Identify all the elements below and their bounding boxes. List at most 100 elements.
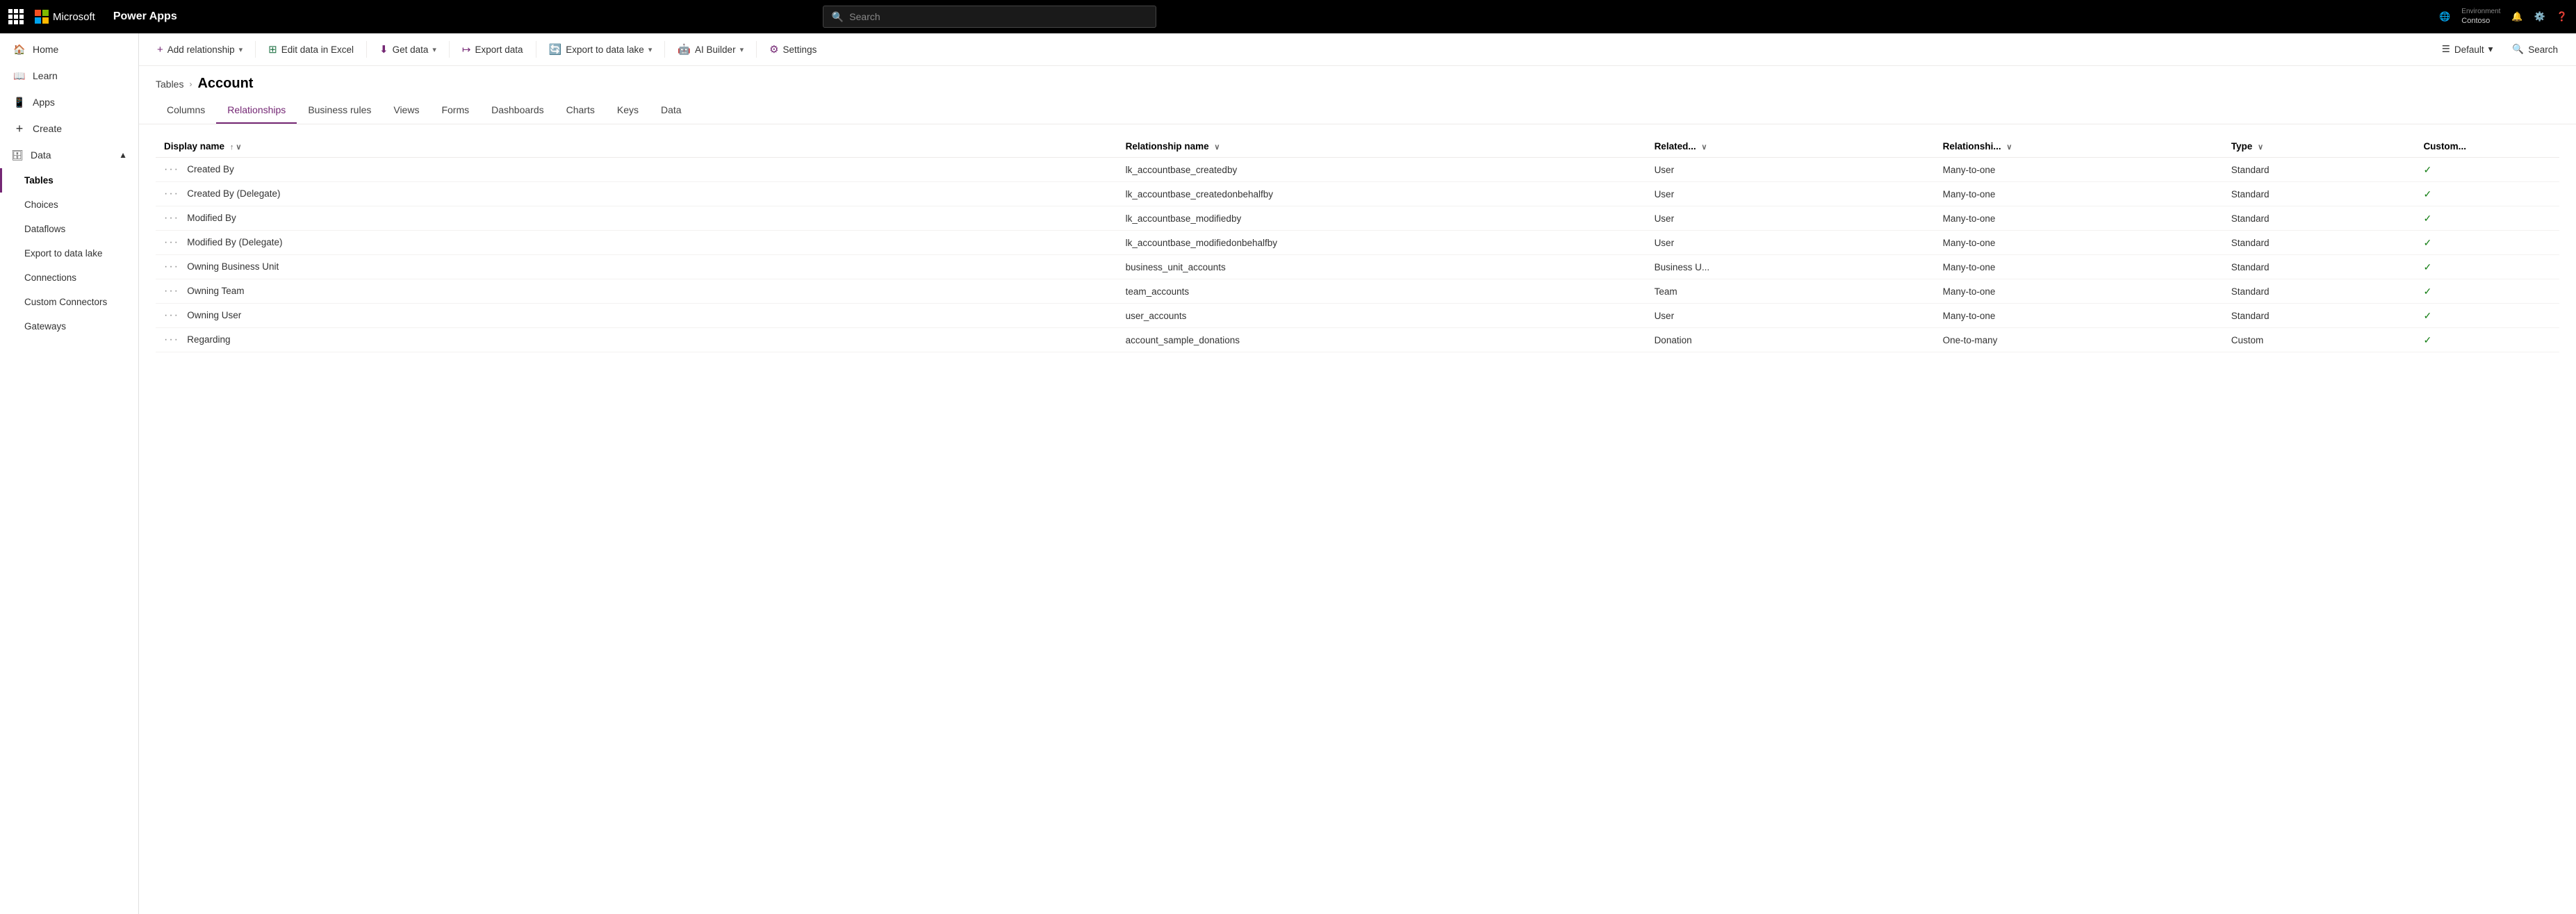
- environment-name: Contoso: [2461, 16, 2500, 26]
- sidebar-item-tables[interactable]: Tables: [0, 168, 138, 193]
- get-data-caret-icon: ▾: [432, 45, 436, 54]
- check-icon: ✓: [2423, 213, 2431, 224]
- row-more-icon[interactable]: ···: [164, 188, 179, 199]
- row-more-icon[interactable]: ···: [164, 236, 179, 248]
- cell-relname: account_sample_donations: [1117, 328, 1646, 352]
- row-more-icon[interactable]: ···: [164, 163, 179, 175]
- bell-icon-button[interactable]: 🔔: [2511, 11, 2522, 22]
- globe-icon-button[interactable]: 🌐: [2439, 11, 2450, 22]
- export-lake-caret-icon: ▾: [648, 45, 653, 54]
- breadcrumb-chevron-icon: ›: [189, 79, 192, 89]
- export-to-lake-button[interactable]: 🔄 Export to data lake ▾: [542, 39, 659, 60]
- tab-business-rules[interactable]: Business rules: [297, 97, 382, 124]
- tab-views[interactable]: Views: [382, 97, 430, 124]
- tab-dashboards[interactable]: Dashboards: [480, 97, 555, 124]
- row-more-icon[interactable]: ···: [164, 334, 179, 345]
- apps-icon: 📱: [13, 96, 26, 108]
- cell-related: Team: [1646, 279, 1935, 304]
- help-icon-button[interactable]: ❓: [2557, 11, 2568, 22]
- cell-custom: ✓: [2415, 328, 2559, 352]
- cell-related: User: [1646, 231, 1935, 255]
- row-more-icon[interactable]: ···: [164, 212, 179, 224]
- cell-type: Standard: [2223, 182, 2415, 206]
- cell-related: Business U...: [1646, 255, 1935, 279]
- tab-forms[interactable]: Forms: [430, 97, 480, 124]
- col-header-custom: Custom...: [2415, 136, 2559, 158]
- sidebar-item-connections[interactable]: Connections: [0, 266, 138, 290]
- cell-reltype: Many-to-one: [1935, 182, 2223, 206]
- tab-relationships[interactable]: Relationships: [216, 97, 297, 124]
- edit-data-excel-label: Edit data in Excel: [281, 44, 354, 55]
- sidebar-item-home[interactable]: 🏠 Home: [0, 36, 138, 63]
- cell-reltype: One-to-many: [1935, 328, 2223, 352]
- row-more-icon[interactable]: ···: [164, 285, 179, 297]
- export-data-button[interactable]: ↦ Export data: [455, 39, 530, 60]
- cell-reltype: Many-to-one: [1935, 206, 2223, 231]
- table-row: ··· Created By lk_accountbase_createdby …: [156, 158, 2559, 182]
- sidebar-label-tables: Tables: [24, 175, 54, 186]
- col-header-displayname[interactable]: Display name ↑ ∨: [156, 136, 1117, 158]
- cell-reltype: Many-to-one: [1935, 279, 2223, 304]
- ai-builder-label: AI Builder: [695, 44, 736, 55]
- sidebar-item-apps[interactable]: 📱 Apps: [0, 89, 138, 115]
- cell-custom: ✓: [2415, 231, 2559, 255]
- sidebar: 🏠 Home 📖 Learn 📱 Apps + Create 🗄 Data ▲ …: [0, 33, 139, 914]
- cell-type: Standard: [2223, 255, 2415, 279]
- add-relationship-label: Add relationship: [167, 44, 235, 55]
- cell-relname: lk_accountbase_modifiedby: [1117, 206, 1646, 231]
- cell-type: Standard: [2223, 158, 2415, 182]
- sidebar-label-gateways: Gateways: [24, 321, 66, 332]
- toolbar-search-button[interactable]: 🔍 Search: [2505, 40, 2565, 59]
- ai-builder-button[interactable]: 🤖 AI Builder ▾: [671, 39, 750, 60]
- sidebar-item-gateways[interactable]: Gateways: [0, 314, 138, 338]
- breadcrumb-parent[interactable]: Tables: [156, 79, 183, 90]
- cell-related: User: [1646, 158, 1935, 182]
- sidebar-label-choices: Choices: [24, 199, 58, 210]
- global-search-input[interactable]: [849, 11, 1147, 22]
- tab-columns[interactable]: Columns: [156, 97, 216, 124]
- sidebar-item-export[interactable]: Export to data lake: [0, 241, 138, 266]
- environment-label: Environment: [2461, 7, 2500, 16]
- cell-type: Custom: [2223, 328, 2415, 352]
- tab-keys[interactable]: Keys: [606, 97, 650, 124]
- sidebar-item-learn[interactable]: 📖 Learn: [0, 63, 138, 89]
- sidebar-label-home: Home: [33, 44, 58, 55]
- cell-related: User: [1646, 182, 1935, 206]
- nav-icons: 🌐 Environment Contoso 🔔 ⚙️ ❓: [2439, 7, 2568, 26]
- col-header-type[interactable]: Type ∨: [2223, 136, 2415, 158]
- default-button[interactable]: ☰ Default ▾: [2435, 40, 2500, 59]
- relationships-table: Display name ↑ ∨ Relationship name ∨ Rel…: [156, 136, 2559, 352]
- settings-button[interactable]: ⚙ Settings: [762, 39, 823, 60]
- cell-relname: lk_accountbase_modifiedonbehalfby: [1117, 231, 1646, 255]
- tab-charts[interactable]: Charts: [555, 97, 606, 124]
- cell-reltype: Many-to-one: [1935, 255, 2223, 279]
- table-row: ··· Owning Team team_accounts Team Many-…: [156, 279, 2559, 304]
- col-header-reltype[interactable]: Relationshi... ∨: [1935, 136, 2223, 158]
- sidebar-item-dataflows[interactable]: Dataflows: [0, 217, 138, 241]
- sidebar-item-customconnectors[interactable]: Custom Connectors: [0, 290, 138, 314]
- ai-builder-icon: 🤖: [678, 43, 691, 56]
- sidebar-item-create[interactable]: + Create: [0, 115, 138, 142]
- add-relationship-button[interactable]: + Add relationship ▾: [150, 40, 249, 60]
- cell-type: Standard: [2223, 304, 2415, 328]
- microsoft-logo: Microsoft: [35, 10, 95, 24]
- row-more-icon[interactable]: ···: [164, 309, 179, 321]
- filter-icon: ☰: [2442, 44, 2450, 55]
- global-search-bar[interactable]: 🔍: [823, 6, 1156, 28]
- environment-info: Environment Contoso: [2461, 7, 2500, 26]
- cell-custom: ✓: [2415, 255, 2559, 279]
- col-header-relname[interactable]: Relationship name ∨: [1117, 136, 1646, 158]
- relname-sort-icon: ∨: [1214, 143, 1220, 152]
- sidebar-item-choices[interactable]: Choices: [0, 193, 138, 217]
- settings-icon-button[interactable]: ⚙️: [2534, 11, 2545, 22]
- get-data-button[interactable]: ⬇ Get data ▾: [372, 39, 443, 60]
- waffle-menu-button[interactable]: [8, 9, 24, 24]
- tab-data[interactable]: Data: [650, 97, 693, 124]
- col-header-related[interactable]: Related... ∨: [1646, 136, 1935, 158]
- edit-data-excel-button[interactable]: ⊞ Edit data in Excel: [261, 39, 361, 60]
- row-more-icon[interactable]: ···: [164, 261, 179, 272]
- reltype-sort-icon: ∨: [2006, 143, 2012, 152]
- sidebar-label-customconnectors: Custom Connectors: [24, 297, 107, 307]
- sidebar-item-data[interactable]: 🗄 Data ▲: [0, 142, 138, 168]
- cell-relname: team_accounts: [1117, 279, 1646, 304]
